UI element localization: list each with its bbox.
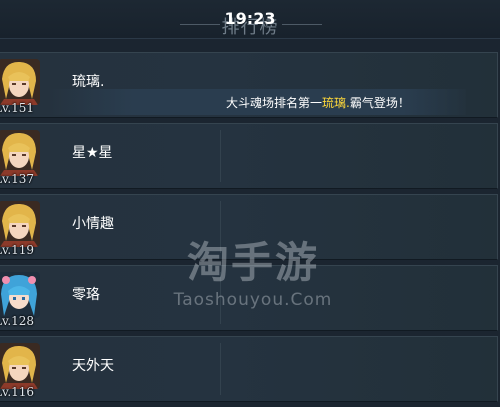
status-clock: 19:23: [224, 9, 276, 28]
ranking-list: Lv.151 琉璃. 大斗魂场排名第一琉璃.霸气登场！ Lv.137 星★星: [0, 52, 500, 407]
blonde-warrior-avatar-icon[interactable]: [0, 130, 40, 176]
blonde-warrior-avatar-icon[interactable]: [0, 59, 40, 105]
blonde-warrior-avatar-icon[interactable]: [0, 343, 40, 389]
player-name: 天外天: [72, 358, 114, 374]
player-level: Lv.116: [0, 385, 35, 399]
ranking-row[interactable]: Lv.116 天外天: [0, 336, 498, 402]
row-divider: [220, 130, 221, 182]
player-name: 零珞: [72, 287, 100, 303]
row-divider: [220, 343, 221, 395]
ranking-row[interactable]: Lv.119 小情趣: [0, 194, 498, 260]
blue-haired-girl-avatar-icon[interactable]: [0, 272, 40, 318]
announcement-highlight: 琉璃.: [322, 96, 350, 110]
blonde-warrior-avatar-icon[interactable]: [0, 201, 40, 247]
row-divider: [220, 272, 221, 324]
player-name: 星★星: [72, 145, 113, 161]
player-level: Lv.137: [0, 172, 35, 186]
announcement-text: 大斗魂场排名第一琉璃.霸气登场！: [226, 94, 410, 111]
player-level: Lv.151: [0, 101, 35, 115]
ranking-row[interactable]: Lv.137 星★星: [0, 123, 498, 189]
ranking-row[interactable]: Lv.128 零珞: [0, 265, 498, 331]
announcement-prefix: 大斗魂场排名第一: [226, 96, 323, 110]
ranking-row[interactable]: Lv.151 琉璃. 大斗魂场排名第一琉璃.霸气登场！: [0, 52, 498, 118]
player-name: 琉璃.: [72, 74, 105, 90]
announcement-suffix: 霸气登场！: [349, 96, 410, 110]
player-level: Lv.128: [0, 314, 35, 328]
player-name: 小情趣: [72, 216, 114, 232]
row-divider: [220, 201, 221, 253]
player-level: Lv.119: [0, 243, 35, 257]
